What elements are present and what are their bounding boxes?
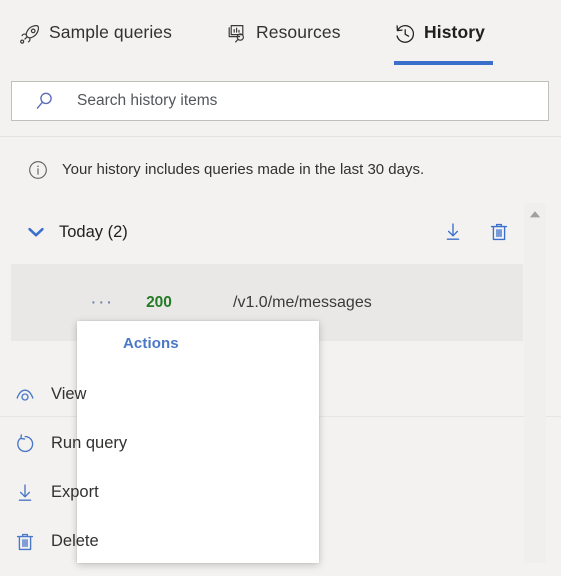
context-menu-item-run-query[interactable]: Run query: [0, 419, 242, 468]
row-status-code: 200: [146, 293, 172, 311]
context-menu-item-delete[interactable]: Delete: [0, 517, 242, 566]
history-clock-icon: [394, 23, 415, 44]
history-group-actions: [442, 221, 510, 243]
search-history-box[interactable]: [11, 81, 549, 121]
search-input[interactable]: [77, 82, 548, 120]
history-group-header-today[interactable]: Today (2): [11, 209, 523, 255]
chevron-down-icon[interactable]: [25, 221, 47, 243]
tab-sample-queries[interactable]: Sample queries: [19, 21, 172, 63]
context-menu-item-view-label: View: [51, 385, 87, 403]
info-message-bar: Your history includes queries made in th…: [11, 148, 549, 190]
history-group-title: Today (2): [59, 222, 128, 241]
tab-resources-label: Resources: [256, 22, 341, 42]
resources-icon: [226, 23, 247, 44]
search-icon: [34, 90, 56, 112]
info-circle-icon: [27, 159, 48, 180]
trash-icon: [14, 531, 36, 553]
tab-strip: Sample queries Resources History: [0, 0, 561, 66]
context-menu-item-view[interactable]: View: [0, 370, 242, 419]
context-menu-item-export[interactable]: Export: [0, 468, 242, 517]
rocket-icon: [19, 23, 40, 44]
row-query-path: /v1.0/me/messages: [233, 293, 372, 311]
row-more-actions-button[interactable]: ···: [88, 293, 116, 312]
scroll-up-arrow-icon[interactable]: [524, 207, 546, 219]
eye-icon: [14, 384, 36, 406]
context-menu-item-run-query-label: Run query: [51, 434, 128, 452]
context-menu-item-delete-label: Delete: [51, 532, 99, 550]
context-menu-header: Actions: [123, 335, 179, 352]
trash-icon[interactable]: [488, 221, 510, 243]
tab-history[interactable]: History: [394, 21, 493, 65]
tab-history-label: History: [424, 22, 485, 42]
download-icon[interactable]: [442, 221, 464, 243]
tab-sample-queries-label: Sample queries: [49, 22, 172, 42]
context-menu-item-export-label: Export: [51, 483, 99, 501]
active-tab-underline: [394, 61, 493, 65]
tab-resources[interactable]: Resources: [226, 21, 341, 63]
vertical-scrollbar[interactable]: [524, 203, 546, 563]
divider-below-search: [0, 136, 561, 137]
download-icon: [14, 482, 36, 504]
info-message-text: Your history includes queries made in th…: [62, 160, 425, 178]
refresh-icon: [14, 433, 36, 455]
